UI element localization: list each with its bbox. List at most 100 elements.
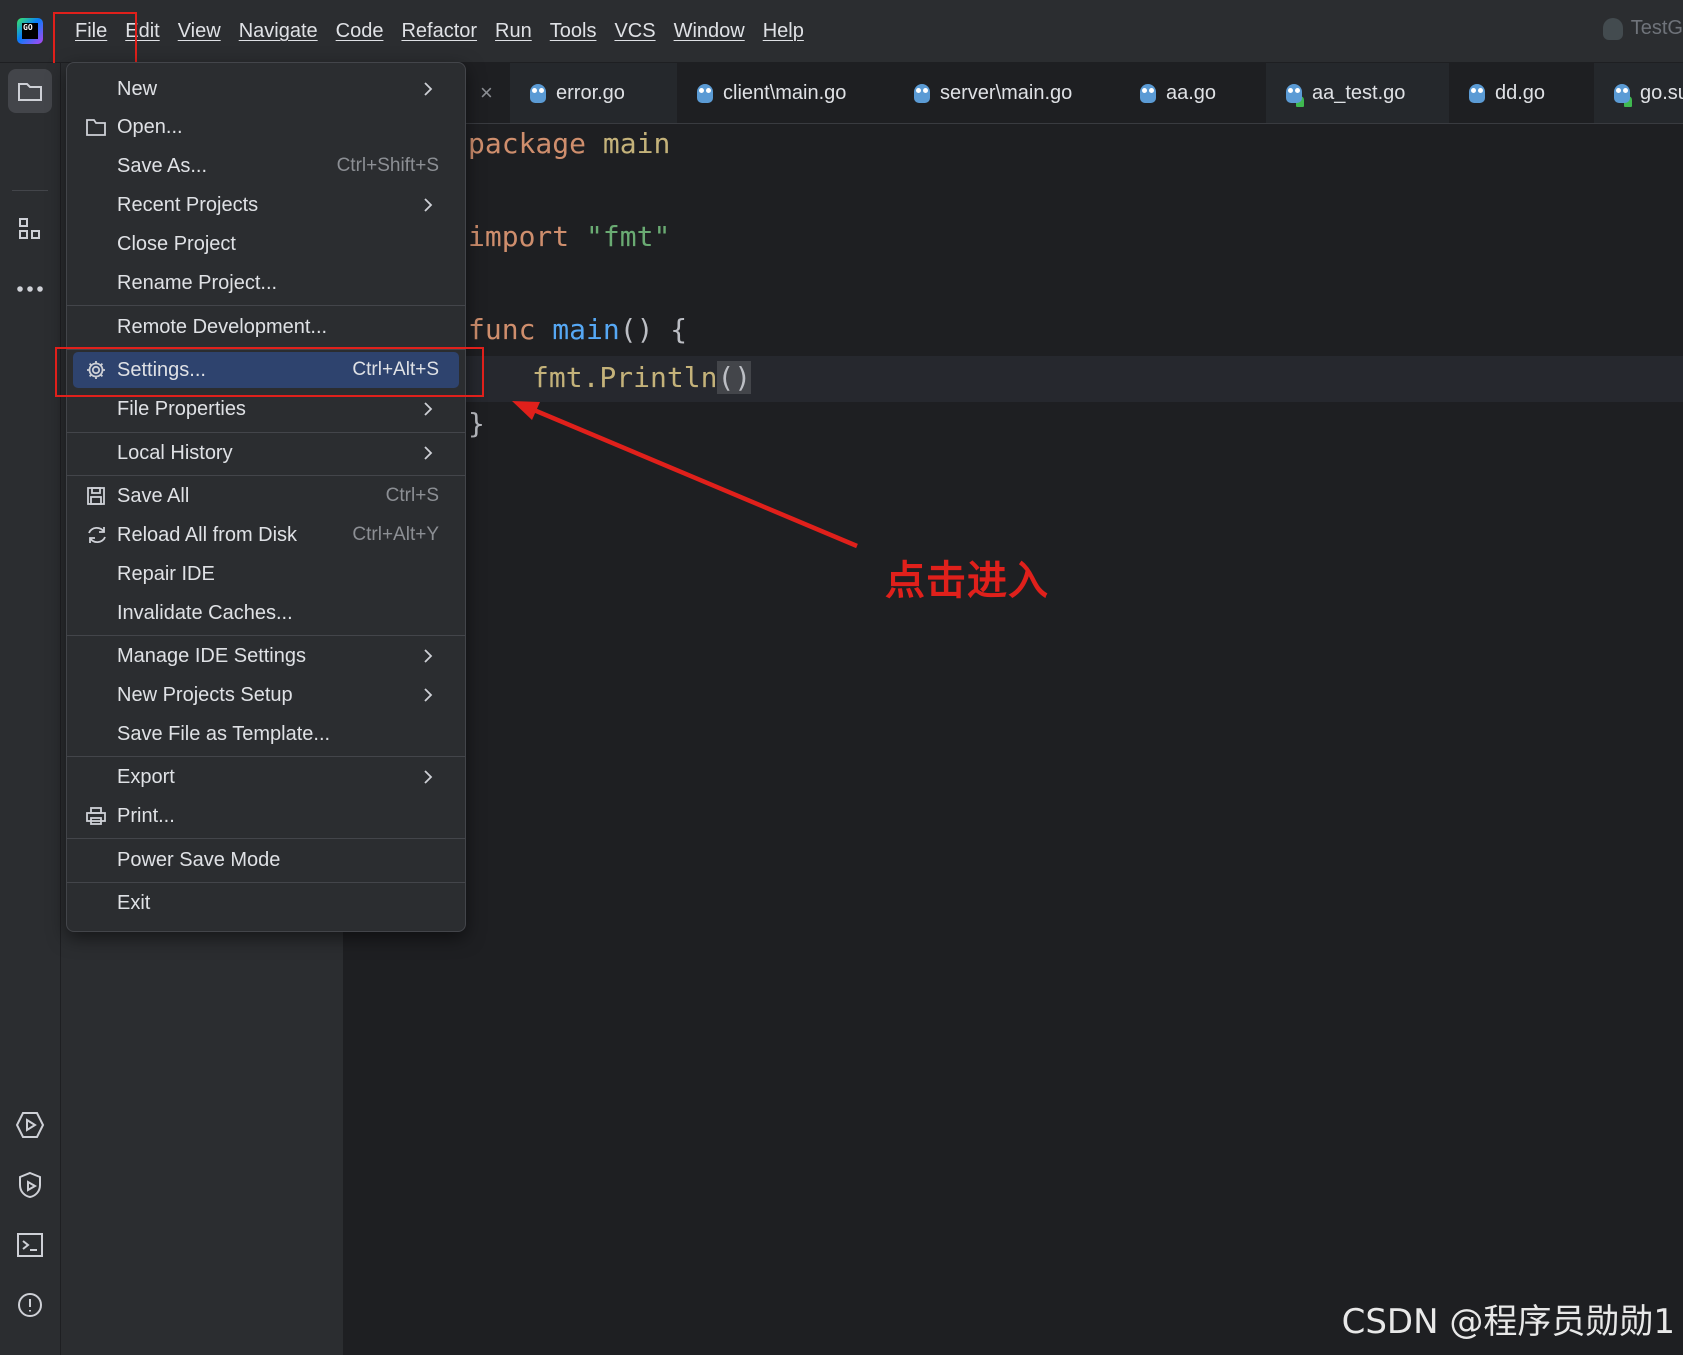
menu-window[interactable]: Window [665, 14, 754, 49]
menu-navigate[interactable]: Navigate [230, 14, 327, 49]
menu-item-exit[interactable]: Exit [73, 885, 459, 921]
tab-client-main-go[interactable]: client\main.go [677, 63, 866, 123]
more-tool-windows-button[interactable] [8, 267, 52, 311]
tab-label: aa_test.go [1312, 81, 1406, 104]
chevron-right-icon [424, 446, 433, 460]
menu-help[interactable]: Help [754, 14, 813, 49]
menu-item-invalidate-caches[interactable]: Invalidate Caches... [73, 595, 459, 631]
menu-item-new[interactable]: New [73, 71, 459, 107]
code-line-3: func main() { [468, 313, 688, 346]
project-tool-button[interactable] [8, 69, 52, 113]
chevron-right-icon [424, 402, 433, 416]
chevron-right-icon [424, 198, 433, 212]
chevron-right-icon [424, 688, 433, 702]
problems-icon [18, 1293, 42, 1317]
tab-aa-test-go[interactable]: aa_test.go [1266, 63, 1449, 123]
tab-go-sum[interactable]: go.su [1594, 63, 1683, 123]
menu-separator [67, 882, 465, 883]
problems-tool-button[interactable] [8, 1283, 52, 1327]
menu-run[interactable]: Run [486, 14, 541, 49]
tab-server-main-go[interactable]: server\main.go [894, 63, 1092, 123]
debug-tool-button[interactable] [8, 1163, 52, 1207]
code-line-5: } [468, 407, 485, 440]
code-line-4: fmt.Println() [532, 361, 752, 394]
services-tool-button[interactable] [8, 1103, 52, 1147]
terminal-tool-button[interactable] [8, 1223, 52, 1267]
reload-icon [88, 526, 106, 544]
run-icon [15, 1112, 45, 1138]
save-icon [87, 487, 105, 505]
editor-tab-bar: error.go client\main.go server\main.go a… [464, 63, 1683, 124]
menu-item-open[interactable]: Open... [73, 109, 459, 145]
tab-aa-go[interactable]: aa.go [1120, 63, 1236, 123]
close-tab-icon[interactable]: × [480, 80, 493, 106]
tab-error-go[interactable]: error.go [510, 63, 677, 123]
menu-view[interactable]: View [169, 14, 230, 49]
gopher-icon [530, 83, 546, 103]
gopher-icon [1469, 83, 1485, 103]
project-widget[interactable]: TestG [1602, 17, 1683, 40]
menu-item-power-save-mode[interactable]: Power Save Mode [73, 842, 459, 878]
tab-label: server\main.go [940, 81, 1073, 104]
menu-item-print[interactable]: Print... [73, 798, 459, 834]
structure-icon [19, 218, 40, 239]
menu-item-file-properties[interactable]: File Properties [73, 391, 459, 427]
goland-logo-icon[interactable]: GO [17, 18, 43, 44]
toolbar-separator [12, 190, 48, 191]
gear-icon [87, 361, 105, 379]
menu-separator [67, 349, 465, 350]
menu-separator [67, 432, 465, 433]
left-toolbar [0, 63, 61, 1355]
menu-item-repair-ide[interactable]: Repair IDE [73, 556, 459, 592]
debug-icon [19, 1171, 41, 1199]
menu-item-remote-development[interactable]: Remote Development... [73, 309, 459, 345]
menu-file[interactable]: File [66, 14, 116, 49]
gopher-test-icon [1614, 83, 1630, 103]
menu-item-settings[interactable]: Settings... Ctrl+Alt+S [73, 352, 459, 388]
annotation-text: 点击进入 [885, 558, 1049, 604]
tab-dd-go[interactable]: dd.go [1449, 63, 1565, 123]
chevron-right-icon [424, 770, 433, 784]
menu-item-save-as-template[interactable]: Save File as Template... [73, 716, 459, 752]
menu-item-manage-ide-settings[interactable]: Manage IDE Settings [73, 638, 459, 674]
tab-label: dd.go [1495, 81, 1546, 104]
menu-item-rename-project[interactable]: Rename Project... [73, 265, 459, 301]
menu-item-reload-all[interactable]: Reload All from Disk Ctrl+Alt+Y [73, 517, 459, 553]
menu-refactor[interactable]: Refactor [392, 14, 486, 49]
file-menu-dropdown: New Open... Save As... Ctrl+Shift+S Rece… [66, 62, 466, 932]
menu-edit[interactable]: Edit [116, 14, 168, 49]
menu-separator [67, 838, 465, 839]
menu-separator [67, 635, 465, 636]
chevron-right-icon [424, 649, 433, 663]
menu-separator [67, 756, 465, 757]
tab-label: error.go [556, 81, 625, 104]
menu-separator [67, 305, 465, 306]
menu-tools[interactable]: Tools [541, 14, 606, 49]
tab-label: aa.go [1166, 81, 1217, 104]
gopher-icon [697, 83, 713, 103]
terminal-icon [17, 1233, 43, 1257]
gopher-icon [914, 83, 930, 103]
csdn-watermark: CSDN @程序员勋勋1 [1341, 1302, 1675, 1342]
menu-item-export[interactable]: Export [73, 759, 459, 795]
menu-vcs[interactable]: VCS [605, 14, 664, 49]
tab-label: client\main.go [723, 81, 847, 104]
folder-icon [18, 83, 42, 101]
project-gopher-icon [1602, 17, 1623, 40]
title-bar: GO File Edit View Navigate Code Refactor… [0, 0, 1683, 63]
menu-code[interactable]: Code [327, 14, 393, 49]
menu-item-new-projects-setup[interactable]: New Projects Setup [73, 677, 459, 713]
tab-label: go.su [1640, 81, 1683, 104]
main-menu-bar: File Edit View Navigate Code Refactor Ru… [66, 14, 813, 49]
menu-item-save-as[interactable]: Save As... Ctrl+Shift+S [73, 148, 459, 184]
project-name: TestG [1630, 17, 1683, 39]
structure-tool-button[interactable] [8, 207, 52, 251]
code-editor[interactable]: package main import "fmt" func main() { … [464, 124, 1683, 1355]
gopher-icon [1140, 83, 1156, 103]
menu-item-close-project[interactable]: Close Project [73, 226, 459, 262]
menu-item-local-history[interactable]: Local History [73, 435, 459, 471]
code-line-1: package main [468, 127, 671, 160]
more-icon [17, 286, 43, 292]
menu-item-recent-projects[interactable]: Recent Projects [73, 187, 459, 223]
menu-item-save-all[interactable]: Save All Ctrl+S [73, 478, 459, 514]
